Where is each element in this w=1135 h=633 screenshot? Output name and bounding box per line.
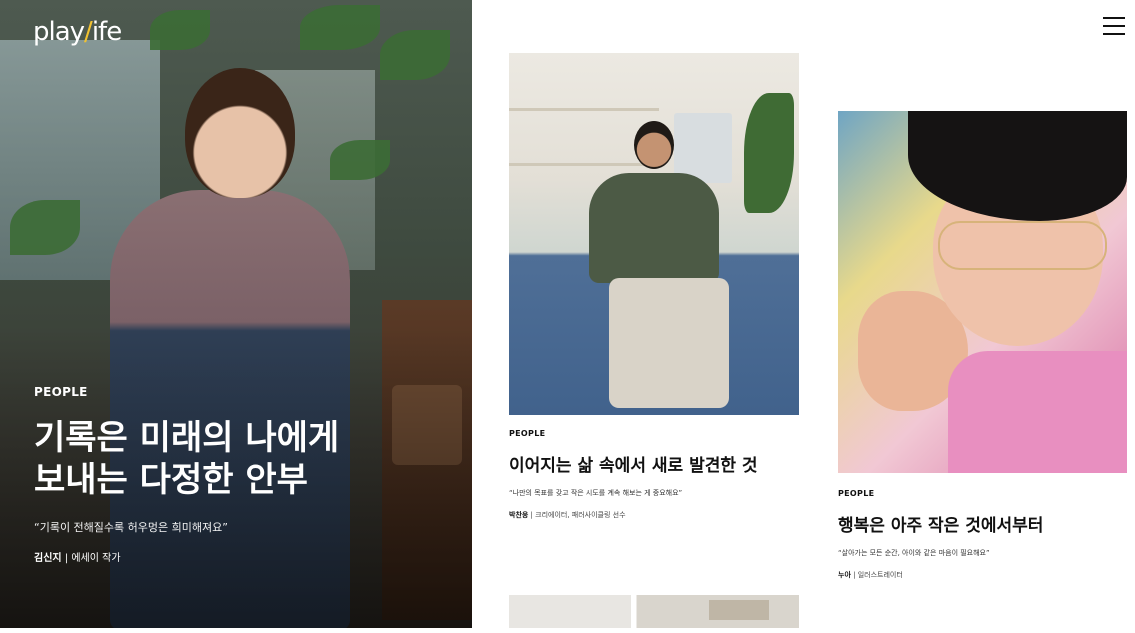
article-card-image[interactable] (509, 595, 799, 628)
card-quote: “살아가는 모든 순간, 아이와 같은 마음이 필요해요” (838, 549, 990, 557)
hero-category: PEOPLE (34, 385, 88, 399)
playlife-logo[interactable]: play/ife (33, 17, 122, 47)
article-card-image[interactable] (838, 111, 1127, 473)
card-category: PEOPLE (509, 429, 546, 438)
article-card-image[interactable] (509, 53, 799, 415)
plant-leaf (300, 5, 380, 50)
hero-quote: “기록이 전해질수록 허우멍은 희미해져요” (34, 521, 228, 534)
hero-caption[interactable]: PEOPLE 기록은 미래의 나에게 보내는 다정한 안부 “기록이 전해질수록… (34, 385, 454, 564)
plant-leaf (150, 10, 210, 50)
card-title[interactable]: 이어지는 삶 속에서 새로 발견한 것 (509, 451, 809, 476)
card-quote: “나만의 목표를 갖고 작은 시도를 계속 해보는 게 중요해요” (509, 489, 683, 497)
article-card[interactable]: PEOPLE 행복은 아주 작은 것에서부터 “살아가는 모든 순간, 아이와 … (838, 489, 1128, 580)
card-category: PEOPLE (838, 489, 875, 498)
hero-author: 김신지 | 에세이 작가 (34, 553, 121, 564)
article-card[interactable]: PEOPLE 이어지는 삶 속에서 새로 발견한 것 “나만의 목표를 갖고 작… (509, 429, 809, 520)
hero-feature[interactable]: play/ife PEOPLE 기록은 미래의 나에게 보내는 다정한 안부 “… (0, 0, 472, 628)
card-author: 누아 | 일러스트레이터 (838, 571, 903, 579)
plant-leaf (380, 30, 450, 80)
card-author: 박찬웅 | 크리에이터, 패러사이클링 선수 (509, 511, 626, 519)
hero-title[interactable]: 기록은 미래의 나에게 보내는 다정한 안부 (34, 417, 454, 501)
card-title[interactable]: 행복은 아주 작은 것에서부터 (838, 511, 1128, 536)
plant-leaf (10, 200, 80, 255)
hamburger-menu-icon[interactable] (1103, 17, 1125, 37)
